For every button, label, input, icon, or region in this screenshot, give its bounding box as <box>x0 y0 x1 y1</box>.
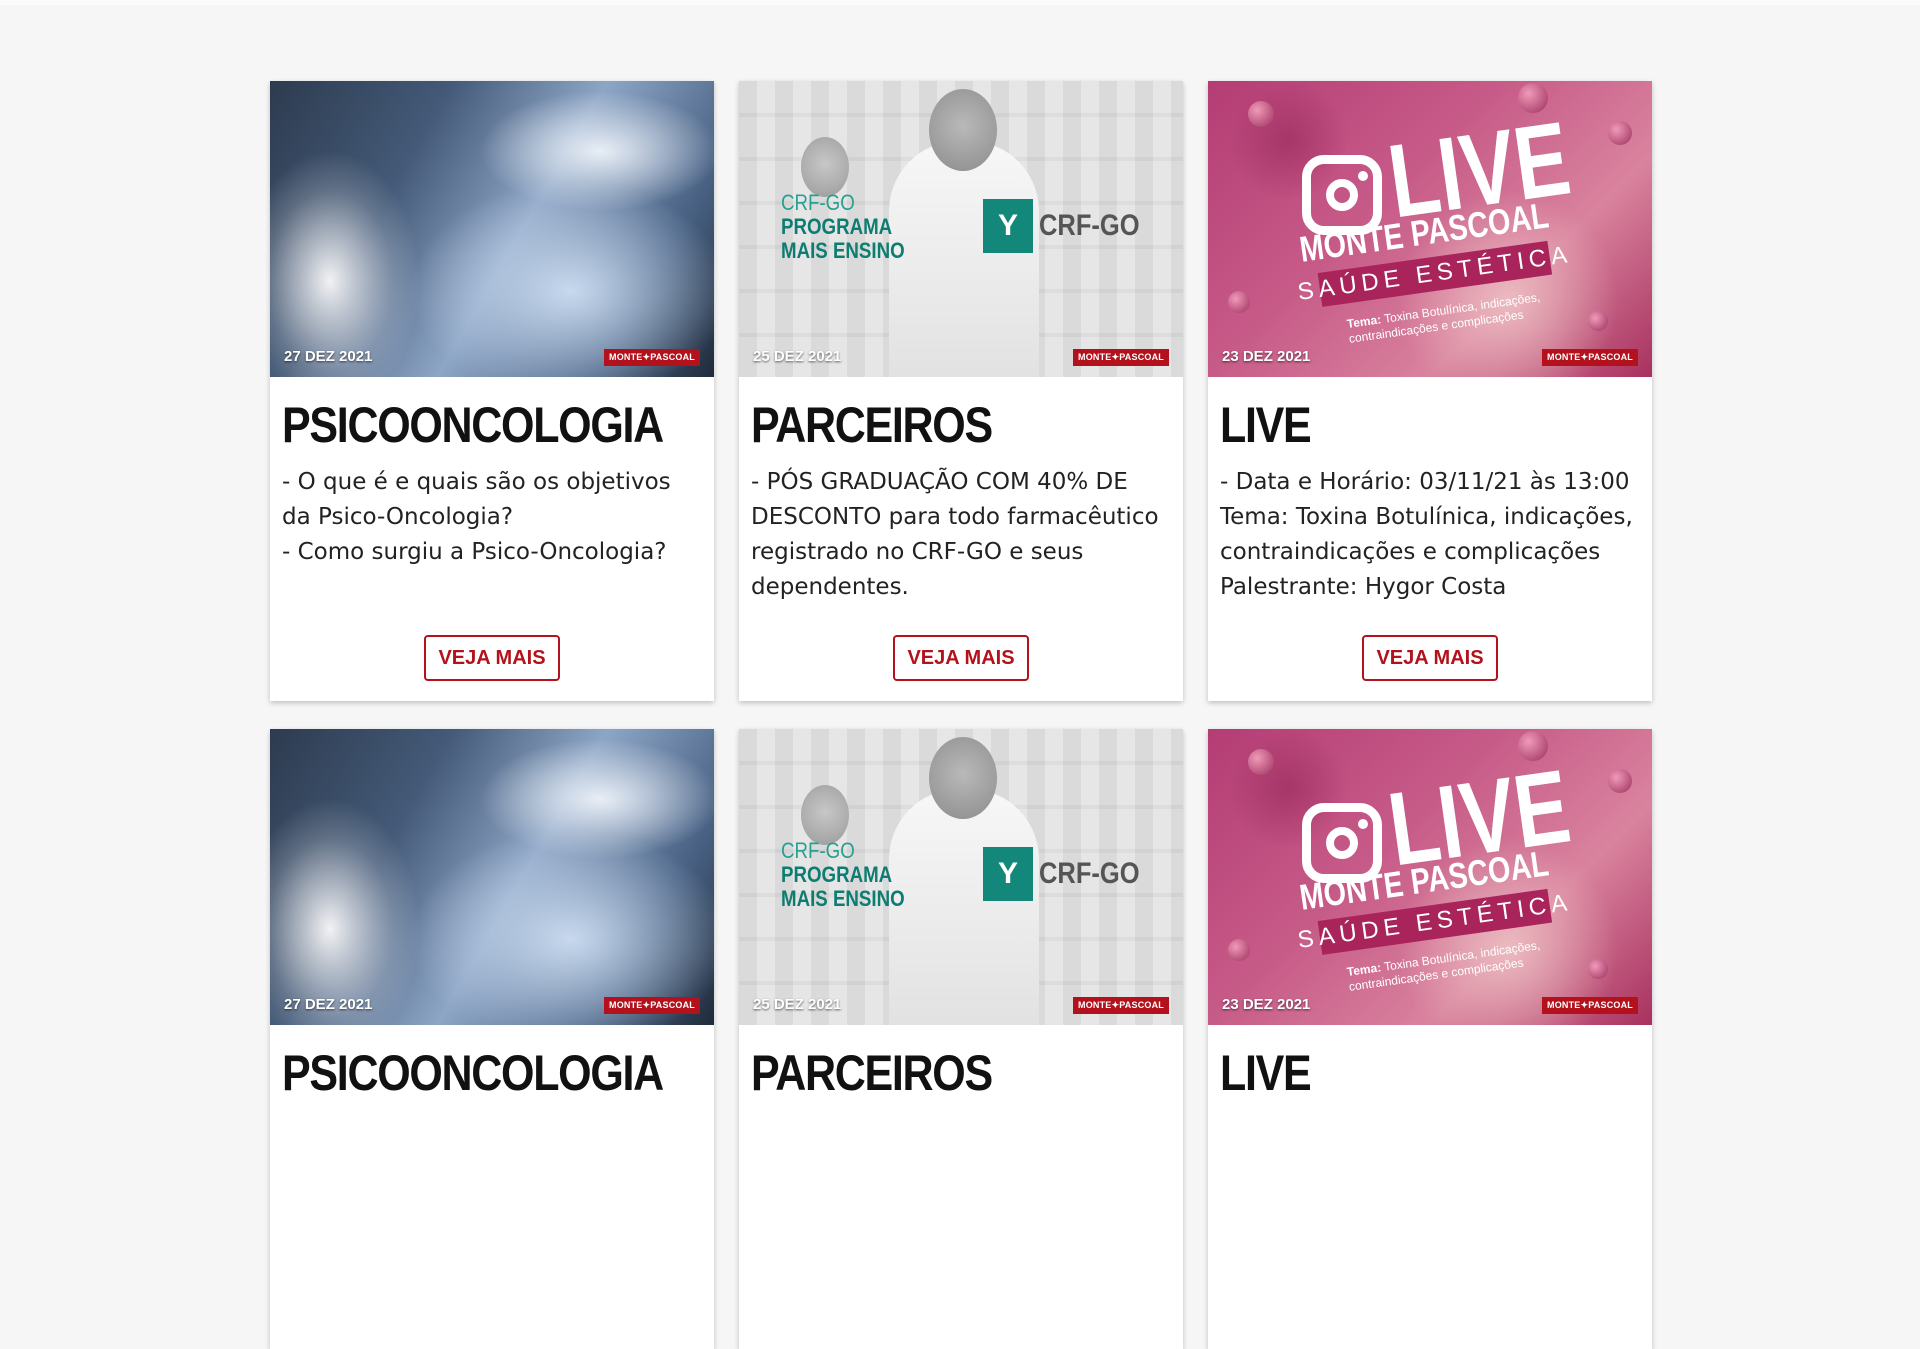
brand-badge: MONTE✦PASCOAL <box>1073 997 1169 1014</box>
news-card: 27 DEZ 2021 MONTE✦PASCOAL PSICOONCOLOGIA… <box>270 81 714 701</box>
pharmacy-program-image: CRF-GO PROGRAMA MAIS ENSINO Y CRF-GO <box>739 729 1183 1025</box>
card-title[interactable]: PSICOONCOLOGIA <box>282 397 664 453</box>
molecule-decoration <box>1228 939 1250 961</box>
molecule-decoration <box>1228 291 1250 313</box>
program-line: PROGRAMA <box>781 862 893 887</box>
crf-logo-text: CRF-GO <box>1039 857 1140 890</box>
card-image-link[interactable]: CRF-GO PROGRAMA MAIS ENSINO Y CRF-GO 25 … <box>739 729 1183 1025</box>
hospital-patient-image <box>270 81 714 377</box>
description-line: - Data e Horário: 03/11/21 às 13:00 <box>1220 469 1630 495</box>
news-card: CRF-GO PROGRAMA MAIS ENSINO Y CRF-GO 25 … <box>739 81 1183 701</box>
card-date: 27 DEZ 2021 <box>284 348 373 365</box>
description-line: Palestrante: Hygor Costa <box>1220 574 1507 600</box>
card-image-link[interactable]: 27 DEZ 2021 MONTE✦PASCOAL <box>270 81 714 377</box>
molecule-decoration <box>1608 769 1632 793</box>
description-line: - PÓS GRADUAÇÃO COM 40% DE DESCONTO para… <box>751 469 1159 600</box>
veja-mais-button[interactable]: VEJA MAIS <box>1362 635 1498 681</box>
instagram-icon-dot <box>1358 819 1368 829</box>
card-description: - O que é e quais são os objetivos da Ps… <box>282 465 702 615</box>
top-bar <box>0 0 1920 5</box>
veja-mais-button[interactable]: VEJA MAIS <box>893 635 1029 681</box>
pharmacist-coat-figure <box>889 141 1039 377</box>
news-grid: 27 DEZ 2021 MONTE✦PASCOAL PSICOONCOLOGIA… <box>270 81 1652 1349</box>
card-title[interactable]: LIVE <box>1220 397 1581 453</box>
program-line: MAIS ENSINO <box>781 886 905 911</box>
card-date: 23 DEZ 2021 <box>1222 348 1311 365</box>
description-line: - Como surgiu a Psico-Oncologia? <box>282 539 667 565</box>
news-card: LIVE MONTE PASCOAL SAÚDE ESTÉTICA Tema: … <box>1208 81 1652 701</box>
card-title[interactable]: PSICOONCOLOGIA <box>282 1045 664 1101</box>
card-image-link[interactable]: LIVE MONTE PASCOAL SAÚDE ESTÉTICA Tema: … <box>1208 729 1652 1025</box>
program-line: CRF-GO <box>781 190 855 215</box>
pharmacist-man-figure <box>929 737 997 819</box>
pharmacist-woman-figure <box>801 785 849 845</box>
card-description: - Data e Horário: 03/11/21 às 13:00 Tema… <box>1220 465 1640 615</box>
instagram-icon-dot <box>1358 171 1368 181</box>
program-line: CRF-GO <box>781 838 855 863</box>
news-card: LIVE MONTE PASCOAL SAÚDE ESTÉTICA Tema: … <box>1208 729 1652 1349</box>
pharmacist-man-figure <box>929 89 997 171</box>
card-title[interactable]: PARCEIROS <box>751 397 1112 453</box>
card-date: 25 DEZ 2021 <box>753 996 842 1013</box>
card-date: 25 DEZ 2021 <box>753 348 842 365</box>
description-line: Tema: Toxina Botulínica, indicações, con… <box>1220 504 1633 565</box>
card-description: - PÓS GRADUAÇÃO COM 40% DE DESCONTO para… <box>751 465 1171 615</box>
crf-logo: Y CRF-GO <box>983 847 1157 901</box>
description-line: - O que é e quais são os objetivos da Ps… <box>282 469 671 530</box>
card-title[interactable]: LIVE <box>1220 1045 1581 1101</box>
crf-logo-icon: Y <box>983 847 1033 901</box>
news-card: 27 DEZ 2021 MONTE✦PASCOAL PSICOONCOLOGIA <box>270 729 714 1349</box>
hospital-patient-image <box>270 729 714 1025</box>
crf-logo-icon: Y <box>983 199 1033 253</box>
program-line: PROGRAMA <box>781 214 893 239</box>
card-date: 27 DEZ 2021 <box>284 996 373 1013</box>
brand-badge: MONTE✦PASCOAL <box>1542 349 1638 366</box>
crf-logo-text: CRF-GO <box>1039 209 1140 242</box>
brand-badge: MONTE✦PASCOAL <box>604 349 700 366</box>
crf-logo: Y CRF-GO <box>983 199 1157 253</box>
brand-badge: MONTE✦PASCOAL <box>1542 997 1638 1014</box>
live-banner-image: LIVE MONTE PASCOAL SAÚDE ESTÉTICA Tema: … <box>1208 729 1652 1025</box>
program-text: CRF-GO PROGRAMA MAIS ENSINO <box>781 191 905 263</box>
molecule-decoration <box>1588 311 1608 331</box>
brand-badge: MONTE✦PASCOAL <box>604 997 700 1014</box>
pharmacist-woman-figure <box>801 137 849 197</box>
pharmacist-coat-figure <box>889 789 1039 1025</box>
card-date: 23 DEZ 2021 <box>1222 996 1311 1013</box>
veja-mais-button[interactable]: VEJA MAIS <box>424 635 560 681</box>
card-title[interactable]: PARCEIROS <box>751 1045 1112 1101</box>
card-image-link[interactable]: CRF-GO PROGRAMA MAIS ENSINO Y CRF-GO 25 … <box>739 81 1183 377</box>
molecule-decoration <box>1608 121 1632 145</box>
news-card: CRF-GO PROGRAMA MAIS ENSINO Y CRF-GO 25 … <box>739 729 1183 1349</box>
pharmacy-program-image: CRF-GO PROGRAMA MAIS ENSINO Y CRF-GO <box>739 81 1183 377</box>
live-banner-image: LIVE MONTE PASCOAL SAÚDE ESTÉTICA Tema: … <box>1208 81 1652 377</box>
card-image-link[interactable]: 27 DEZ 2021 MONTE✦PASCOAL <box>270 729 714 1025</box>
program-text: CRF-GO PROGRAMA MAIS ENSINO <box>781 839 905 911</box>
molecule-decoration <box>1588 959 1608 979</box>
card-image-link[interactable]: LIVE MONTE PASCOAL SAÚDE ESTÉTICA Tema: … <box>1208 81 1652 377</box>
molecule-decoration <box>1248 749 1274 775</box>
molecule-decoration <box>1248 101 1274 127</box>
program-line: MAIS ENSINO <box>781 238 905 263</box>
brand-badge: MONTE✦PASCOAL <box>1073 349 1169 366</box>
